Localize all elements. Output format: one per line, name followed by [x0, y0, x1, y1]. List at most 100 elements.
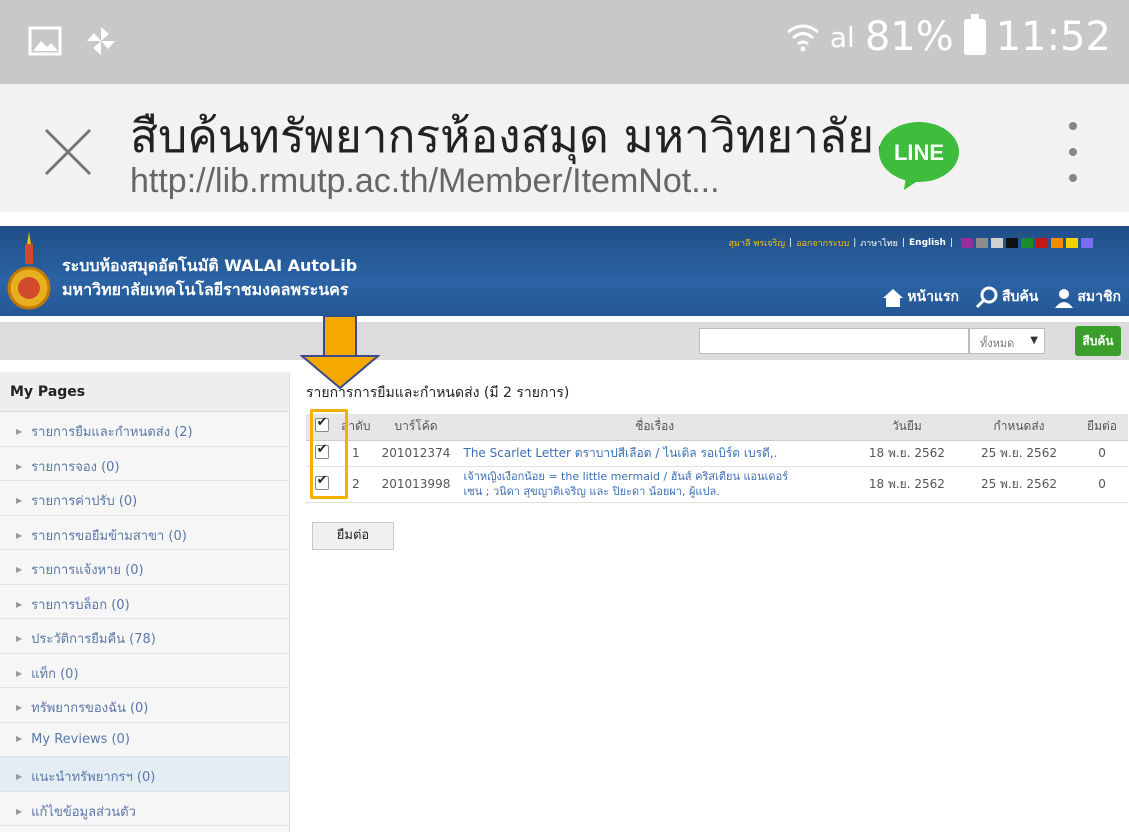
sidebar-item[interactable]: ▶ รายการยืมและกำหนดส่ง (2)	[0, 412, 289, 447]
theme-color-swatches[interactable]	[961, 238, 1093, 248]
table-row: 1 201012374 The Scarlet Letter ตราบาปสีเ…	[306, 440, 1128, 467]
nav-home[interactable]: หน้าแรก	[882, 286, 959, 308]
col-due-date: กำหนดส่ง	[961, 414, 1077, 441]
university-seal-logo	[7, 232, 51, 310]
nav-search[interactable]: สืบค้น	[975, 286, 1038, 308]
row-barcode: 201013998	[374, 466, 458, 503]
english-language-link[interactable]: English	[909, 238, 946, 248]
sidebar-item-label: แนะนำทรัพยากรฯ (0)	[31, 770, 156, 785]
row-title-link[interactable]: The Scarlet Letter ตราบาปสีเลือด / ไนเติ…	[464, 446, 778, 460]
search-bar: ทั้งหมด ▼ สืบค้น	[0, 322, 1129, 360]
bullet-icon: ▶	[16, 772, 23, 781]
top-links: สุมาลี พรเจริญ | ออกจากระบบ | ภาษาไทย | …	[729, 236, 1093, 250]
pinwheel-icon	[87, 27, 115, 55]
sidebar-item[interactable]: ▶ รายการแจ้งหาย (0)	[0, 550, 289, 585]
nav-member-label: สมาชิก	[1077, 289, 1121, 305]
sidebar-item-label: แก้ไขข้อมูลส่วนตัว	[31, 804, 136, 820]
line-app-icon[interactable]: LINE	[876, 120, 962, 192]
row-title-link-line2[interactable]: เซน ; วนิดา สุขญาติเจริญ และ ปิยะดา น้อย…	[464, 485, 720, 498]
color-swatch[interactable]	[1081, 238, 1093, 248]
search-icon	[975, 286, 998, 308]
bullet-icon: ▶	[16, 703, 23, 712]
col-barcode: บาร์โค้ด	[374, 414, 458, 441]
gallery-icon	[28, 26, 62, 56]
site-name-line2: มหาวิทยาลัยเทคโนโลยีราชมงคลพระนคร	[62, 280, 349, 299]
chevron-down-icon: ▼	[1030, 335, 1038, 346]
sidebar-title: My Pages	[0, 372, 289, 412]
home-icon	[883, 289, 904, 307]
more-options-icon[interactable]	[1066, 122, 1080, 182]
bullet-icon: ▶	[16, 733, 23, 743]
main-nav: หน้าแรก สืบค้น สมาชิก	[882, 286, 1121, 308]
bullet-icon: ▶	[16, 806, 23, 816]
battery-icon	[963, 14, 986, 55]
battery-percent: 81%	[864, 14, 954, 60]
down-arrow-annotation-icon	[300, 316, 380, 390]
sidebar-item-label: รายการแจ้งหาย (0)	[31, 563, 144, 578]
sidebar-item[interactable]: ▶ ประวัติการยืมคืน (78)	[0, 619, 289, 654]
row-barcode: 201012374	[374, 440, 458, 467]
sidebar-item[interactable]: ▶ แก้ไขข้อมูลส่วนตัว	[0, 792, 289, 826]
sidebar-item-label: ประวัติการยืมคืน (78)	[31, 632, 156, 647]
bullet-icon: ▶	[16, 461, 23, 471]
row-borrow-date: 18 พ.ย. 2562	[851, 466, 962, 503]
checkbox-highlight-box	[310, 409, 348, 499]
bullet-icon: ▶	[16, 496, 23, 505]
sidebar-item[interactable]: ▶ ทรัพยากรของฉัน (0)	[0, 688, 289, 723]
loan-table: ลำดับ บาร์โค้ด ชื่อเรื่อง วันยืม กำหนดส่…	[306, 414, 1128, 503]
logout-link[interactable]: ออกจากระบบ	[796, 236, 849, 250]
sidebar-item-label: ทรัพยากรของฉัน (0)	[31, 701, 149, 716]
col-borrow-date: วันยืม	[851, 414, 962, 441]
sidebar-item[interactable]: ▶ รายการขอยืมข้ามสาขา (0)	[0, 516, 289, 550]
status-icons-right: al 81% 11:52	[786, 14, 1111, 60]
color-swatch[interactable]	[976, 238, 988, 248]
color-swatch[interactable]	[1036, 238, 1048, 248]
row-due-date: 25 พ.ย. 2562	[961, 466, 1077, 503]
search-input[interactable]	[699, 328, 969, 354]
color-swatch[interactable]	[1006, 238, 1018, 248]
sidebar-item[interactable]: ▶ My Reviews (0)	[0, 723, 289, 757]
close-icon[interactable]	[40, 124, 96, 180]
sidebar-item[interactable]: ▶ รายการค่าปรับ (0)	[0, 481, 289, 516]
user-name-link[interactable]: สุมาลี พรเจริญ	[729, 236, 785, 250]
table-header-row: ลำดับ บาร์โค้ด ชื่อเรื่อง วันยืม กำหนดส่…	[306, 414, 1128, 441]
page-url[interactable]: http://lib.rmutp.ac.th/Member/ItemNot...	[130, 162, 720, 201]
bullet-icon: ▶	[16, 634, 23, 643]
nav-home-label: หน้าแรก	[907, 289, 959, 305]
site-header: ระบบห้องสมุดอัตโนมัติ WALAI AutoLib มหาว…	[0, 226, 1129, 316]
signal-text: al	[829, 20, 855, 54]
sidebar-item[interactable]: ▶ แท็ก (0)	[0, 654, 289, 688]
color-swatch[interactable]	[991, 238, 1003, 248]
bullet-icon: ▶	[16, 565, 23, 574]
user-icon	[1055, 289, 1074, 308]
color-swatch[interactable]	[1066, 238, 1078, 248]
sidebar-item-label: รายการจอง (0)	[31, 459, 120, 475]
sidebar-item[interactable]: ▶ แนะนำทรัพยากรฯ (0)	[0, 757, 289, 792]
table-row: 2 201013998 เจ้าหญิงเงือกน้อย = the litt…	[306, 466, 1128, 503]
color-swatch[interactable]	[1021, 238, 1033, 248]
col-renew: ยืมต่อ	[1076, 414, 1128, 441]
renew-button[interactable]: ยืมต่อ	[312, 522, 394, 550]
row-renew-count: 0	[1076, 440, 1128, 467]
thai-language-link[interactable]: ภาษาไทย	[860, 236, 898, 250]
nav-member[interactable]: สมาชิก	[1054, 286, 1121, 308]
sidebar-item-label: รายการยืมและกำหนดส่ง (2)	[31, 425, 193, 440]
sidebar-item[interactable]: ▶ รายการจอง (0)	[0, 447, 289, 481]
search-scope-select[interactable]: ทั้งหมด ▼	[969, 328, 1045, 354]
search-scope-value: ทั้งหมด	[980, 337, 1015, 350]
row-renew-count: 0	[1076, 466, 1128, 503]
sidebar-item[interactable]: ▶ รายการบล็อก (0)	[0, 585, 289, 619]
nav-search-label: สืบค้น	[1002, 289, 1039, 305]
search-button[interactable]: สืบค้น	[1075, 326, 1121, 356]
wifi-icon	[786, 24, 819, 52]
bullet-icon: ▶	[16, 599, 23, 609]
sidebar: My Pages ▶ รายการยืมและกำหนดส่ง (2) ▶ รายกา…	[0, 372, 290, 832]
line-label: LINE	[894, 140, 944, 165]
browser-toolbar: สืบค้นทรัพยากรห้องสมุด มหาวิทยาลัย... ht…	[0, 84, 1129, 212]
color-swatch[interactable]	[1051, 238, 1063, 248]
status-icons-left	[28, 24, 118, 58]
color-swatch[interactable]	[961, 238, 973, 248]
col-title: ชื่อเรื่อง	[457, 414, 852, 441]
sidebar-item-label: รายการค่าปรับ (0)	[31, 494, 138, 509]
row-title-link[interactable]: เจ้าหญิงเงือกน้อย = the little mermaid /…	[464, 470, 789, 483]
